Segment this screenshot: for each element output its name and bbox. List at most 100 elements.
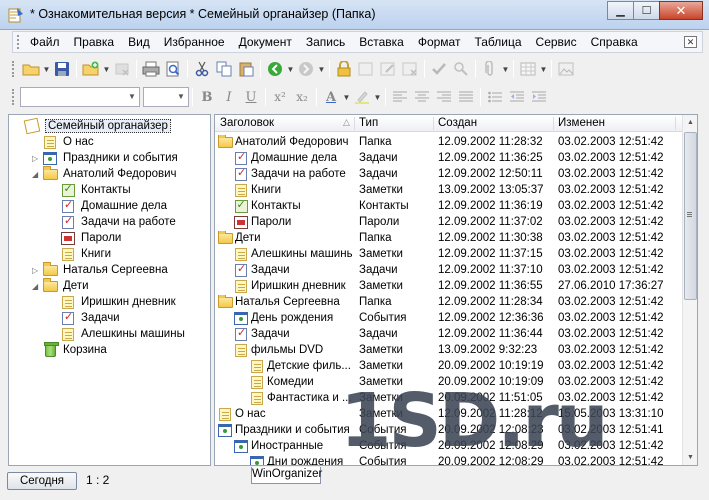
tree-item[interactable]: Контакты [50, 182, 131, 198]
search-icon[interactable] [450, 58, 472, 80]
table-row[interactable]: фильмы DVD Заметки 13.09.2002 9:32:23 03.02… [215, 342, 683, 358]
menu-favorites[interactable]: Избранное [157, 35, 232, 49]
toolbar-grip[interactable] [12, 61, 17, 77]
attach-dropdown-icon[interactable]: ▼ [501, 65, 510, 74]
outdent-icon[interactable] [506, 86, 528, 108]
tree-item[interactable]: Корзина [32, 341, 107, 358]
tree-item[interactable]: Книги [50, 246, 111, 262]
underline-button[interactable]: U [240, 86, 262, 108]
cut-icon[interactable] [191, 58, 213, 80]
print-icon[interactable] [140, 58, 162, 80]
column-header-created[interactable]: Создан [438, 117, 477, 129]
new-record-icon[interactable] [80, 58, 102, 80]
folder-tree[interactable]: Семейный органайзер О нас ▷ Праздники и соб… [8, 114, 211, 466]
table-row[interactable]: Контакты Контакты 12.09.2002 11:36:19 03.02… [215, 198, 683, 214]
tree-item[interactable]: Алешкины машины [50, 326, 185, 342]
column-header-title[interactable]: Заголовок [220, 117, 274, 129]
column-header-type[interactable]: Тип [359, 117, 378, 129]
tree-item[interactable]: Пароли [50, 230, 121, 246]
column-divider[interactable] [433, 117, 434, 130]
column-divider[interactable] [354, 117, 355, 130]
chevron-down-icon[interactable]: ▼ [125, 88, 139, 106]
table-row[interactable]: Анатолий Федорович Папка 12.09.2002 11:28:… [215, 134, 683, 150]
menu-view[interactable]: Вид [121, 35, 157, 49]
font-name-select[interactable]: ▼ [20, 87, 140, 107]
menu-insert[interactable]: Вставка [352, 35, 411, 49]
font-color-dropdown-icon[interactable]: ▼ [342, 93, 351, 102]
table-row[interactable]: День рождения События 12.09.2002 12:36:36 0… [215, 310, 683, 326]
open-folder-icon[interactable] [20, 58, 42, 80]
save-icon[interactable] [51, 58, 73, 80]
menu-file[interactable]: Файл [23, 35, 67, 49]
table-row[interactable]: Книги Заметки 13.09.2002 13:05:37 03.02.200… [215, 182, 683, 198]
table-row[interactable]: Иришкин дневник Заметки 12.09.2002 11:36:5… [215, 278, 683, 294]
scrollbar-thumb[interactable] [684, 132, 697, 300]
menu-format[interactable]: Формат [411, 35, 468, 49]
font-color-button[interactable]: A [320, 86, 342, 108]
table-row[interactable]: Дети Папка 12.09.2002 11:30:38 03.02.2003 1… [215, 230, 683, 246]
tree-item[interactable]: ◢ Анатолий Федорович [32, 165, 177, 182]
indent-icon[interactable] [528, 86, 550, 108]
table-row[interactable]: Домашние дела Задачи 12.09.2002 11:36:25 03… [215, 150, 683, 166]
table-row[interactable]: Алешкины машины Заметки 12.09.2002 11:37:1… [215, 246, 683, 262]
table-row[interactable]: Задачи Задачи 12.09.2002 11:37:10 03.02.200… [215, 262, 683, 278]
tree-item[interactable]: Семейный органайзер [14, 117, 171, 135]
table-row[interactable]: Задачи Задачи 12.09.2002 11:36:44 03.02.200… [215, 326, 683, 342]
menu-document[interactable]: Документ [232, 35, 299, 49]
align-right-icon[interactable] [433, 86, 455, 108]
menu-table[interactable]: Таблица [467, 35, 528, 49]
tree-item[interactable]: Иришкин дневник [50, 294, 176, 310]
tree-item[interactable]: Задачи на работе [50, 214, 176, 230]
back-dropdown-icon[interactable]: ▼ [286, 65, 295, 74]
check-icon[interactable] [428, 58, 450, 80]
toolbar-grip[interactable] [12, 89, 17, 105]
tree-item[interactable]: О нас [32, 134, 94, 150]
menu-edit[interactable]: Правка [67, 35, 122, 49]
note-edit-icon[interactable] [377, 58, 399, 80]
align-left-icon[interactable] [389, 86, 411, 108]
vertical-scrollbar[interactable]: ▲ ▼ [682, 115, 697, 465]
forward-dropdown-icon[interactable]: ▼ [317, 65, 326, 74]
table-row[interactable]: Пароли Пароли 12.09.2002 11:37:02 03.02.200… [215, 214, 683, 230]
column-divider[interactable] [675, 117, 676, 130]
today-button[interactable]: Сегодня [7, 472, 77, 490]
subscript-button[interactable]: x₂ [291, 86, 313, 108]
highlight-icon[interactable] [351, 86, 373, 108]
maximize-button[interactable]: ☐ [633, 1, 660, 20]
superscript-button[interactable]: x² [269, 86, 291, 108]
font-size-select[interactable]: ▼ [143, 87, 189, 107]
tree-item[interactable]: ▷ Наталья Сергеевна [32, 261, 168, 278]
image-insert-icon[interactable] [555, 58, 577, 80]
tree-item[interactable]: ▷ Праздники и события [32, 150, 178, 166]
table-row[interactable]: Задачи на работе Задачи 12.09.2002 12:50:1… [215, 166, 683, 182]
tree-expander-icon[interactable]: ▷ [32, 154, 42, 163]
lock-icon[interactable] [333, 58, 355, 80]
menu-service[interactable]: Сервис [529, 35, 584, 49]
italic-button[interactable]: I [218, 86, 240, 108]
tab-winorganizer[interactable]: WinOrganizer [251, 467, 322, 484]
tree-item[interactable]: Задачи [50, 310, 120, 326]
new-record-dropdown-icon[interactable]: ▼ [102, 65, 111, 74]
print-preview-icon[interactable] [162, 58, 184, 80]
menu-help[interactable]: Справка [584, 35, 645, 49]
tree-expander-icon[interactable]: ◢ [32, 282, 42, 291]
open-dropdown-icon[interactable]: ▼ [42, 65, 51, 74]
table-insert-icon[interactable] [517, 58, 539, 80]
tree-expander-icon[interactable]: ▷ [32, 266, 42, 275]
column-divider[interactable] [553, 117, 554, 130]
bullet-list-icon[interactable] [484, 86, 506, 108]
tree-item[interactable]: Домашние дела [50, 198, 167, 214]
scroll-up-icon[interactable]: ▲ [684, 115, 697, 130]
close-button[interactable]: ✕ [659, 1, 703, 20]
paste-icon[interactable] [235, 58, 257, 80]
tree-item[interactable]: ◢ Дети [32, 277, 89, 294]
table-row[interactable]: Детские филь... Заметки 20.09.2002 10:19:1… [215, 358, 683, 374]
column-header-modified[interactable]: Изменен [558, 117, 605, 129]
delete-record-icon[interactable] [111, 58, 133, 80]
note-delete-icon[interactable] [399, 58, 421, 80]
align-center-icon[interactable] [411, 86, 433, 108]
table-row[interactable]: Наталья Сергеевна Папка 12.09.2002 11:28:3… [215, 294, 683, 310]
forward-icon[interactable] [295, 58, 317, 80]
back-icon[interactable] [264, 58, 286, 80]
copy-icon[interactable] [213, 58, 235, 80]
